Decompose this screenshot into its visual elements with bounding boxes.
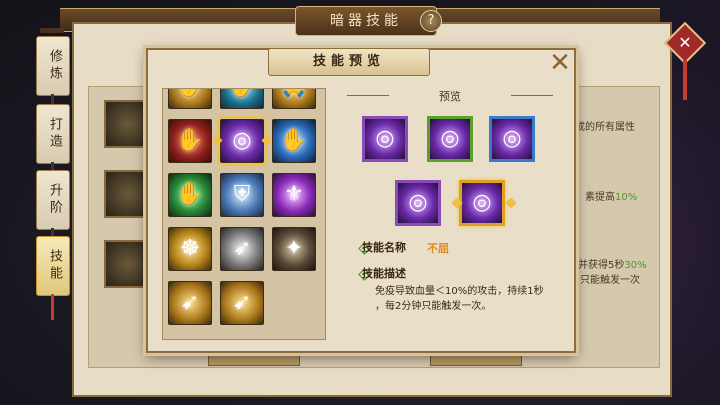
purple-disc-icon: ◎	[408, 190, 428, 215]
tab-skill[interactable]: 技能	[36, 236, 70, 296]
modal-close-button[interactable]: ✕	[548, 50, 572, 76]
fire-hand-icon: ✋	[176, 128, 204, 153]
skill-slot[interactable]: ✦	[272, 227, 316, 271]
skill-slot[interactable]: ➹	[220, 281, 264, 325]
skill-slot[interactable]: ➹	[168, 281, 212, 325]
back-skill-icon	[104, 100, 152, 148]
golden-wheel-icon: ☸	[180, 236, 200, 261]
green-hand-icon: ✋	[176, 182, 204, 207]
skill-icon-list[interactable]: ✋ ✋ 🙏 ✋ ◎ ✋ ✋ ⛨ ⚜ ☸ ➶ ✦ ➹ ➹	[162, 88, 326, 340]
golden-darts-icon: ➹	[180, 290, 200, 315]
back-skill-icon	[104, 170, 152, 218]
skill-slot[interactable]: ✋	[272, 119, 316, 163]
preview-blue-frame[interactable]: ◎	[489, 116, 535, 162]
dark-darts-icon: ✦	[284, 236, 304, 261]
tassel-decoration	[683, 60, 687, 100]
tab-tassel	[51, 294, 54, 320]
preview-green-frame[interactable]: ◎	[427, 116, 473, 162]
skill-description: 免疫导致血量＜10%的攻击，持续1秒 ，每2分钟只能触发一次。	[375, 284, 560, 314]
water-palm-icon: ✋	[221, 89, 263, 108]
skill-name-label: 技能名称	[362, 241, 406, 254]
flame-palm-icon: ✋	[169, 89, 211, 108]
skill-desc-line: 免疫导致血量＜10%的攻击，持续1秒	[375, 286, 544, 297]
window-title: 暗器技能	[295, 6, 437, 36]
close-icon: ✕	[678, 33, 692, 52]
golden-blades-icon: ➹	[232, 290, 252, 315]
pray-palm-icon: 🙏	[273, 89, 315, 108]
back-proc-text: 并获得5秒30%	[578, 260, 647, 271]
purple-disc-icon: ◎	[472, 190, 492, 215]
modal-title: 技能预览	[268, 48, 430, 76]
preview-orange-frame[interactable]: ◎	[459, 180, 505, 226]
back-skill-icon	[104, 240, 152, 288]
skill-slot[interactable]: 🙏	[272, 89, 316, 109]
skill-slot[interactable]: ⚜	[272, 173, 316, 217]
help-button[interactable]: ?	[420, 10, 442, 32]
preview-purple-frame[interactable]: ◎	[362, 116, 408, 162]
purple-disc-icon: ◎	[440, 126, 460, 151]
purple-disc-icon: ◎	[375, 126, 395, 151]
purple-disc-icon: ◎	[502, 126, 522, 151]
skill-slot[interactable]: ◎	[217, 116, 267, 166]
back-boost-text: 素提高10%	[585, 192, 638, 203]
skill-slot[interactable]: ➶	[220, 227, 264, 271]
purple-disc-icon: ◎	[232, 128, 252, 153]
skill-name-value: 不屈	[427, 242, 449, 255]
tab-forge[interactable]: 打造	[36, 104, 70, 164]
skill-slot[interactable]: ✋	[220, 89, 264, 109]
steel-blade-icon: ➶	[232, 236, 252, 261]
back-attr-text: 成的所有属性	[575, 122, 635, 133]
shield-icon: ⛨	[233, 182, 251, 207]
skill-slot[interactable]: ⛨	[220, 173, 264, 217]
skill-slot[interactable]: ✋	[168, 89, 212, 109]
skill-slot[interactable]: ✋	[168, 119, 212, 163]
blue-hand-icon: ✋	[280, 128, 308, 153]
tab-upgrade[interactable]: 升阶	[36, 170, 70, 230]
preview-heading: 预览	[347, 88, 553, 104]
skill-slot[interactable]: ☸	[168, 227, 212, 271]
preview-violet-frame[interactable]: ◎	[395, 180, 441, 226]
tab-rod-cap	[40, 28, 64, 33]
tab-rod	[51, 94, 54, 104]
skill-slot[interactable]: ✋	[168, 173, 212, 217]
skill-desc-label: 技能描述	[362, 267, 406, 280]
violet-armor-icon: ⚜	[284, 182, 304, 207]
tab-cultivate[interactable]: 修炼	[36, 36, 70, 96]
skill-icon-grid: ✋ ✋ 🙏 ✋ ◎ ✋ ✋ ⛨ ⚜ ☸ ➶ ✦ ➹ ➹	[168, 89, 318, 327]
back-limit-text: 只能触发一次	[580, 275, 640, 286]
skill-desc-line: ，每2分钟只能触发一次。	[375, 301, 492, 312]
